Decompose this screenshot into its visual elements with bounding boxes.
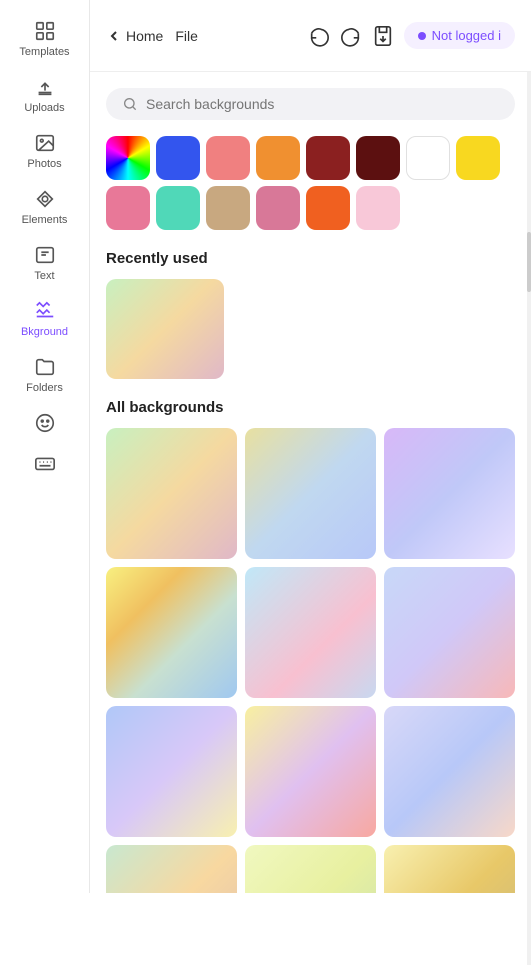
search-bar[interactable] [106, 88, 515, 120]
not-logged-button[interactable]: Not logged i [404, 22, 515, 49]
recently-used-title: Recently used [106, 250, 515, 267]
sidebar-item-photos[interactable]: Photos [0, 122, 89, 178]
all-backgrounds-title: All backgrounds [106, 399, 515, 416]
color-swatch-dark-maroon[interactable] [356, 136, 400, 180]
elements-icon [34, 188, 56, 210]
backgrounds-grid [106, 428, 515, 893]
emoji-icon [34, 412, 56, 434]
topbar: Home File Not logged i [90, 0, 531, 72]
color-swatch-dark-red[interactable] [306, 136, 350, 180]
sidebar-item-photos-label: Photos [27, 158, 61, 170]
sidebar-item-uploads[interactable]: Uploads [0, 66, 89, 122]
recently-used-thumb[interactable] [106, 279, 224, 379]
bg-thumb-5[interactable] [245, 567, 376, 698]
sidebar-item-text-label: Text [34, 270, 54, 282]
bg-thumb-6[interactable] [384, 567, 515, 698]
sidebar-item-bkground-label: Bkground [21, 326, 68, 338]
main-panel: Recently used All backgrounds [90, 72, 531, 893]
bg-thumb-8[interactable] [245, 706, 376, 837]
sidebar: Templates Uploads Photos Elements Text [0, 0, 90, 893]
sidebar-item-keyboard[interactable] [0, 442, 89, 482]
sidebar-item-emoji[interactable] [0, 402, 89, 442]
scrollbar-thumb[interactable] [527, 232, 531, 292]
chevron-left-icon [106, 28, 122, 44]
home-label: Home [126, 28, 163, 44]
recently-used-section: Recently used [106, 250, 515, 379]
image-icon [34, 132, 56, 154]
bg-thumb-12[interactable] [384, 845, 515, 893]
bg-thumb-3[interactable] [384, 428, 515, 559]
color-swatch-pink[interactable] [206, 136, 250, 180]
file-label[interactable]: File [175, 28, 198, 44]
search-icon [122, 96, 138, 112]
keyboard-icon [34, 452, 56, 474]
all-backgrounds-section: All backgrounds [106, 399, 515, 893]
color-swatch-white[interactable] [406, 136, 450, 180]
scrollbar-track [527, 72, 531, 965]
color-swatch-mauve[interactable] [256, 186, 300, 230]
color-swatch-pale-pink[interactable] [356, 186, 400, 230]
color-swatch-blue[interactable] [156, 136, 200, 180]
upload-icon [34, 76, 56, 98]
bg-thumb-10[interactable] [106, 845, 237, 893]
redo-icon[interactable] [340, 25, 362, 47]
sidebar-item-folders-label: Folders [26, 382, 63, 394]
sidebar-item-templates-label: Templates [19, 46, 69, 58]
bg-thumb-1[interactable] [106, 428, 237, 559]
color-swatch-bright-orange[interactable] [306, 186, 350, 230]
search-input[interactable] [146, 96, 499, 112]
sidebar-item-text[interactable]: Text [0, 234, 89, 290]
sidebar-item-bkground[interactable]: Bkground [0, 290, 89, 346]
sidebar-item-elements-label: Elements [22, 214, 68, 226]
bg-thumb-7[interactable] [106, 706, 237, 837]
undo-icon[interactable] [308, 25, 330, 47]
sidebar-item-uploads-label: Uploads [24, 102, 64, 114]
bg-thumb-2[interactable] [245, 428, 376, 559]
grid-icon [34, 20, 56, 42]
text-icon [34, 244, 56, 266]
sidebar-item-folders[interactable]: Folders [0, 346, 89, 402]
save-icon[interactable] [372, 25, 394, 47]
color-swatch-yellow[interactable] [456, 136, 500, 180]
color-swatches [106, 136, 515, 230]
bg-thumb-4[interactable] [106, 567, 237, 698]
bg-thumb-11[interactable] [245, 845, 376, 893]
sidebar-item-templates[interactable]: Templates [0, 10, 89, 66]
bkground-icon [34, 300, 56, 322]
not-logged-label: Not logged i [432, 28, 501, 43]
home-button[interactable]: Home [106, 28, 163, 44]
color-swatch-tan[interactable] [206, 186, 250, 230]
color-swatch-orange[interactable] [256, 136, 300, 180]
bg-thumb-9[interactable] [384, 706, 515, 837]
sidebar-item-elements[interactable]: Elements [0, 178, 89, 234]
folder-icon [34, 356, 56, 378]
color-swatch-teal[interactable] [156, 186, 200, 230]
topbar-actions: Not logged i [308, 22, 515, 49]
color-swatch-rainbow[interactable] [106, 136, 150, 180]
color-swatch-light-pink[interactable] [106, 186, 150, 230]
